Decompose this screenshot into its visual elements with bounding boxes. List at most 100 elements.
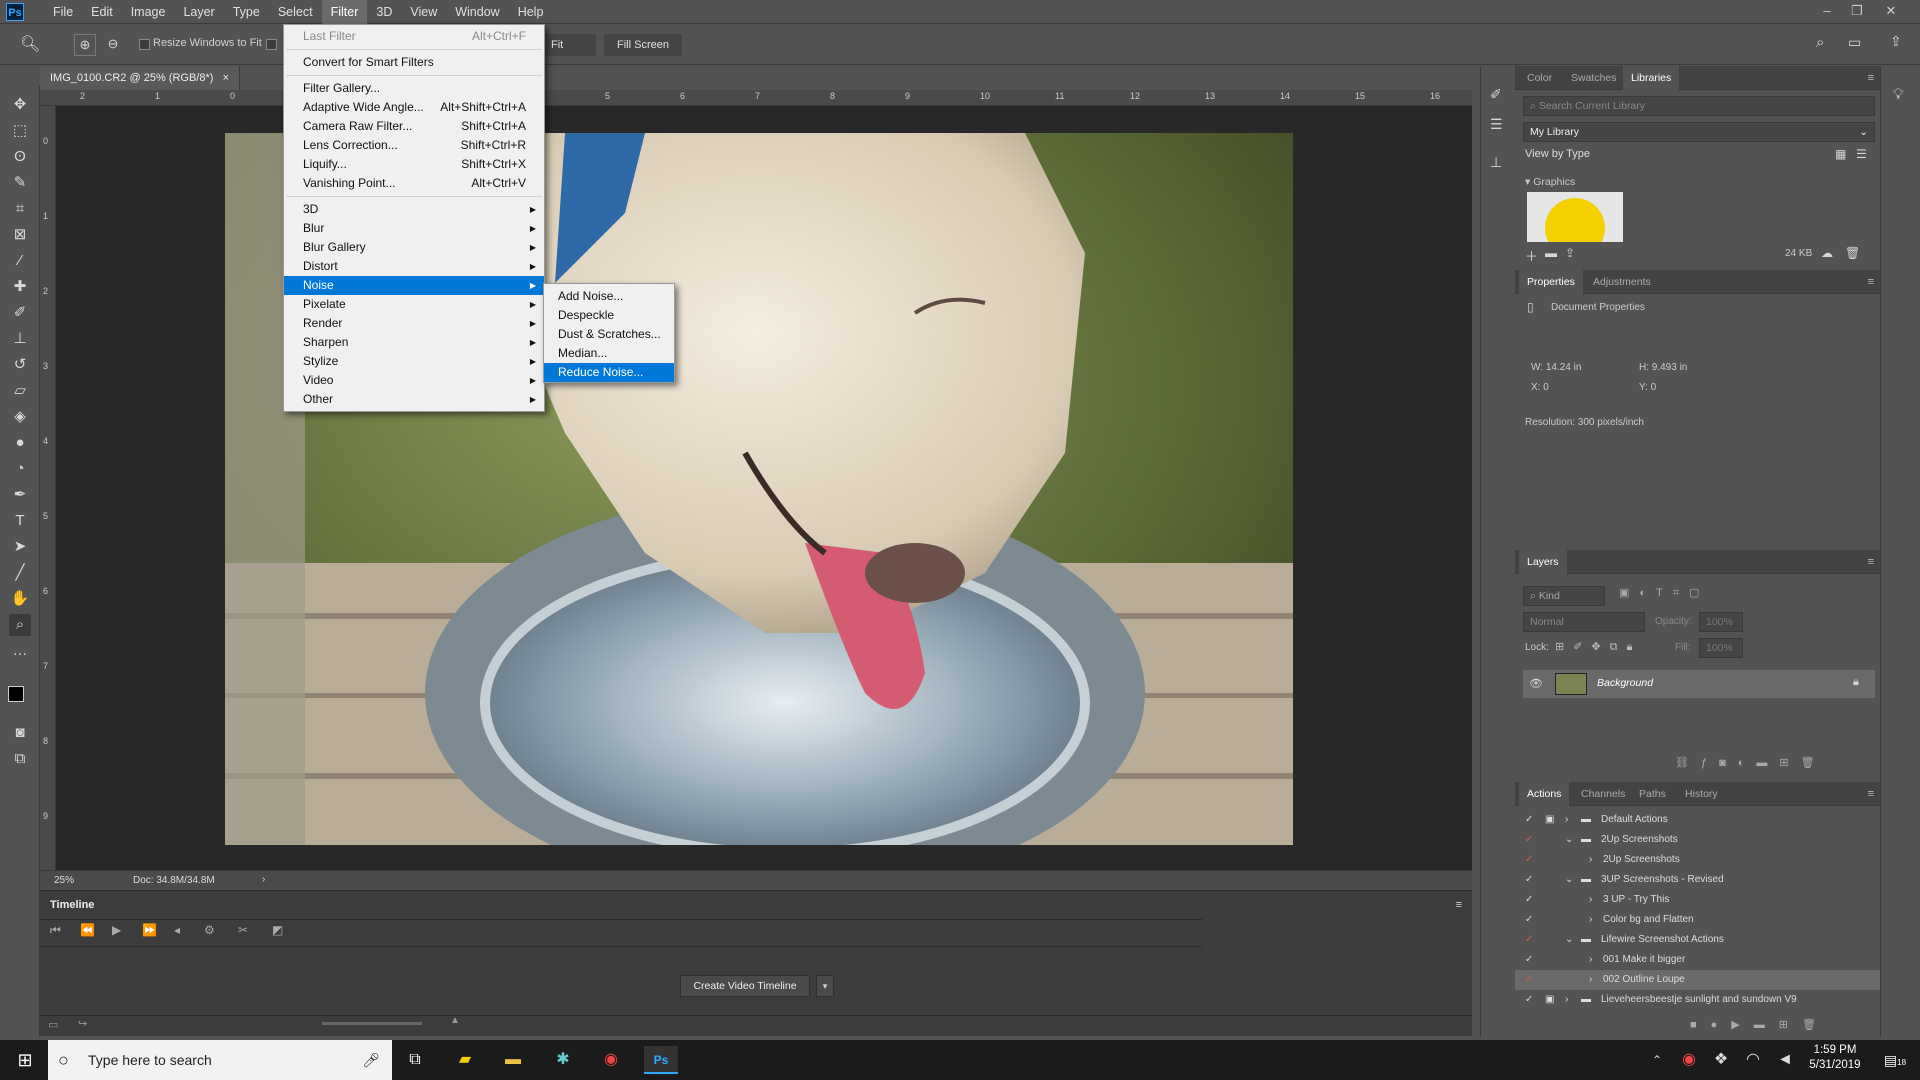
checkmark-icon[interactable]: ✓ — [1525, 870, 1533, 890]
sticky-notes-icon[interactable]: ▰ — [448, 1046, 482, 1074]
menu-type[interactable]: Type — [224, 0, 269, 24]
menu-edit[interactable]: Edit — [82, 0, 122, 24]
zoom-tool-icon[interactable]: 🔍︎ — [20, 34, 40, 54]
chevron-right-icon[interactable]: › — [1589, 970, 1592, 990]
transition-icon[interactable]: ◩ — [272, 923, 283, 937]
actions-menu-icon[interactable]: ≡ — [1868, 788, 1874, 800]
history-brush-icon[interactable]: ↺ — [9, 354, 31, 376]
zoom-in-icon[interactable]: ⊕ — [74, 34, 96, 56]
checkmark-icon[interactable]: ✓ — [1525, 930, 1533, 950]
fit-screen-button[interactable]: Fit Screen — [536, 34, 596, 56]
zoom-out-icon[interactable]: ⊖ — [102, 34, 124, 56]
first-frame-icon[interactable]: ⏮ — [50, 923, 61, 938]
slack-icon[interactable]: ✱ — [546, 1046, 580, 1074]
actions-footer-icons[interactable]: ■●▶▬⊞🗑︎ — [1690, 1018, 1830, 1031]
menu-item-stylize[interactable]: Stylize ▶ — [284, 352, 544, 371]
action-row[interactable]: ✓ › 001 Make it bigger — [1515, 950, 1880, 970]
menu-file[interactable]: File — [44, 0, 82, 24]
x-value[interactable]: X: 0 — [1531, 382, 1549, 393]
libraries-menu-icon[interactable]: ≡ — [1868, 72, 1874, 84]
settings-icon[interactable]: ⚙ — [204, 923, 215, 937]
taskbar-search-input[interactable]: ○ Type here to search 🎤︎ — [48, 1040, 392, 1080]
audio-icon[interactable]: ◂ — [174, 923, 180, 937]
zoom-all-checkbox[interactable] — [266, 39, 277, 50]
adjust-icon[interactable]: ☰ — [1490, 116, 1503, 133]
create-video-timeline-button[interactable]: Create Video Timeline — [680, 975, 810, 997]
share-icon[interactable]: ⇪ — [1890, 33, 1902, 50]
menu-item-liquify[interactable]: Liquify... Shift+Ctrl+X — [284, 155, 544, 174]
frame-tool-icon[interactable]: ⊠ — [9, 224, 31, 246]
layer-name[interactable]: Background — [1597, 677, 1653, 689]
checkmark-icon[interactable]: ✓ — [1525, 910, 1533, 930]
next-frame-icon[interactable]: ⏩ — [142, 923, 157, 937]
view-by-type[interactable]: View by Type — [1525, 148, 1590, 160]
chevron-right-icon[interactable]: › — [1589, 890, 1592, 910]
submenu-item-despeckle[interactable]: Despeckle — [544, 306, 674, 325]
zoom-out-mountain-icon[interactable]: ▲ — [450, 1015, 460, 1026]
tray-chevron-icon[interactable]: ⌃ — [1640, 1046, 1674, 1074]
resize-windows-checkbox[interactable] — [139, 39, 150, 50]
notifications-icon[interactable]: ▤18 — [1878, 1046, 1912, 1074]
paint-bucket-icon[interactable]: ◈ — [9, 406, 31, 428]
tab-channels[interactable]: Channels — [1573, 782, 1633, 806]
dodge-tool-icon[interactable]: ◔ — [9, 458, 31, 480]
tab-color[interactable]: Color — [1519, 66, 1560, 90]
stamp-tool-icon[interactable]: ⊥ — [9, 328, 31, 350]
action-row[interactable]: ✓ › 2Up Screenshots — [1515, 850, 1880, 870]
foreground-color-swatch[interactable] — [8, 686, 24, 702]
layer-filter-icons[interactable]: ▣◐T⌗▢ — [1619, 586, 1709, 600]
chevron-down-icon[interactable]: ⌄ — [1565, 870, 1573, 890]
close-tab-icon[interactable]: × — [223, 66, 229, 90]
menu-item-3d[interactable]: 3D ▶ — [284, 200, 544, 219]
list-view-icon[interactable]: ☰ — [1856, 147, 1867, 161]
menu-item-lens-correction[interactable]: Lens Correction... Shift+Ctrl+R — [284, 136, 544, 155]
properties-menu-icon[interactable]: ≡ — [1868, 276, 1874, 288]
checkmark-icon[interactable]: ✓ — [1525, 890, 1533, 910]
chevron-right-icon[interactable]: › — [1589, 850, 1592, 870]
menu-item-noise[interactable]: Noise ▶ — [284, 276, 544, 295]
chevron-right-icon[interactable]: › — [1589, 910, 1592, 930]
folder-icon[interactable]: ▬ — [1545, 246, 1557, 260]
menu-filter[interactable]: Filter — [321, 0, 368, 24]
chevron-down-icon[interactable]: ⌄ — [1565, 930, 1573, 950]
tab-paths[interactable]: Paths — [1631, 782, 1674, 806]
clone-source-icon[interactable]: ⊥ — [1490, 154, 1502, 171]
wifi-icon[interactable]: ◠ — [1736, 1046, 1770, 1074]
height-value[interactable]: H: 9.493 in — [1639, 362, 1687, 373]
menu-item-sharpen[interactable]: Sharpen ▶ — [284, 333, 544, 352]
lock-icons[interactable]: ⊞✐✥⧉🔒︎ — [1555, 640, 1641, 654]
tab-layers[interactable]: Layers — [1519, 550, 1567, 574]
menu-item-render[interactable]: Render ▶ — [284, 314, 544, 333]
photoshop-taskbar-icon[interactable]: Ps — [644, 1046, 678, 1074]
submenu-item-reduce-noise[interactable]: Reduce Noise... — [544, 363, 674, 382]
status-arrow-icon[interactable]: › — [262, 874, 265, 885]
brush-tool-icon[interactable]: ✐ — [9, 302, 31, 324]
menu-item-video[interactable]: Video ▶ — [284, 371, 544, 390]
add-icon[interactable]: ＋ — [1525, 246, 1538, 265]
prev-frame-icon[interactable]: ⏪ — [80, 923, 95, 937]
menu-item-camera-raw-filter[interactable]: Camera Raw Filter... Shift+Ctrl+A — [284, 117, 544, 136]
submenu-item-median[interactable]: Median... — [544, 344, 674, 363]
blend-mode-select[interactable]: Normal — [1523, 612, 1645, 632]
menu-item-filter-gallery[interactable]: Filter Gallery... — [284, 79, 544, 98]
timeline-dropdown-icon[interactable]: ▾ — [816, 975, 834, 997]
lightbulb-icon[interactable]: 💡︎ — [1893, 86, 1904, 103]
hand-tool-icon[interactable]: ✋ — [9, 588, 31, 610]
close-icon[interactable]: ✕ — [1876, 0, 1906, 24]
tab-adjustments[interactable]: Adjustments — [1585, 270, 1659, 294]
fill-input[interactable]: 100% — [1699, 638, 1743, 658]
tab-libraries[interactable]: Libraries — [1623, 66, 1680, 90]
checkmark-icon[interactable]: ✓ — [1525, 950, 1533, 970]
restore-icon[interactable]: ❐ — [1842, 0, 1872, 24]
brush-settings-icon[interactable]: ✐ — [1490, 86, 1502, 103]
file-explorer-icon[interactable]: ▬ — [496, 1046, 530, 1074]
upload-icon[interactable]: ⇪ — [1565, 246, 1575, 260]
cloud-icon[interactable]: ☁ — [1821, 246, 1833, 260]
chevron-right-icon[interactable]: › — [1589, 950, 1592, 970]
action-row[interactable]: ✓ ▣ › ▬ Lieveheersbeestje sunlight and sundo… — [1515, 990, 1880, 1010]
menu-item-vanishing-point[interactable]: Vanishing Point... Alt+Ctrl+V — [284, 174, 544, 193]
layers-menu-icon[interactable]: ≡ — [1868, 556, 1874, 568]
workspace-icon[interactable]: ▭ — [1848, 34, 1861, 51]
menu-view[interactable]: View — [401, 0, 446, 24]
grid-view-icon[interactable]: ▦ — [1835, 147, 1846, 161]
